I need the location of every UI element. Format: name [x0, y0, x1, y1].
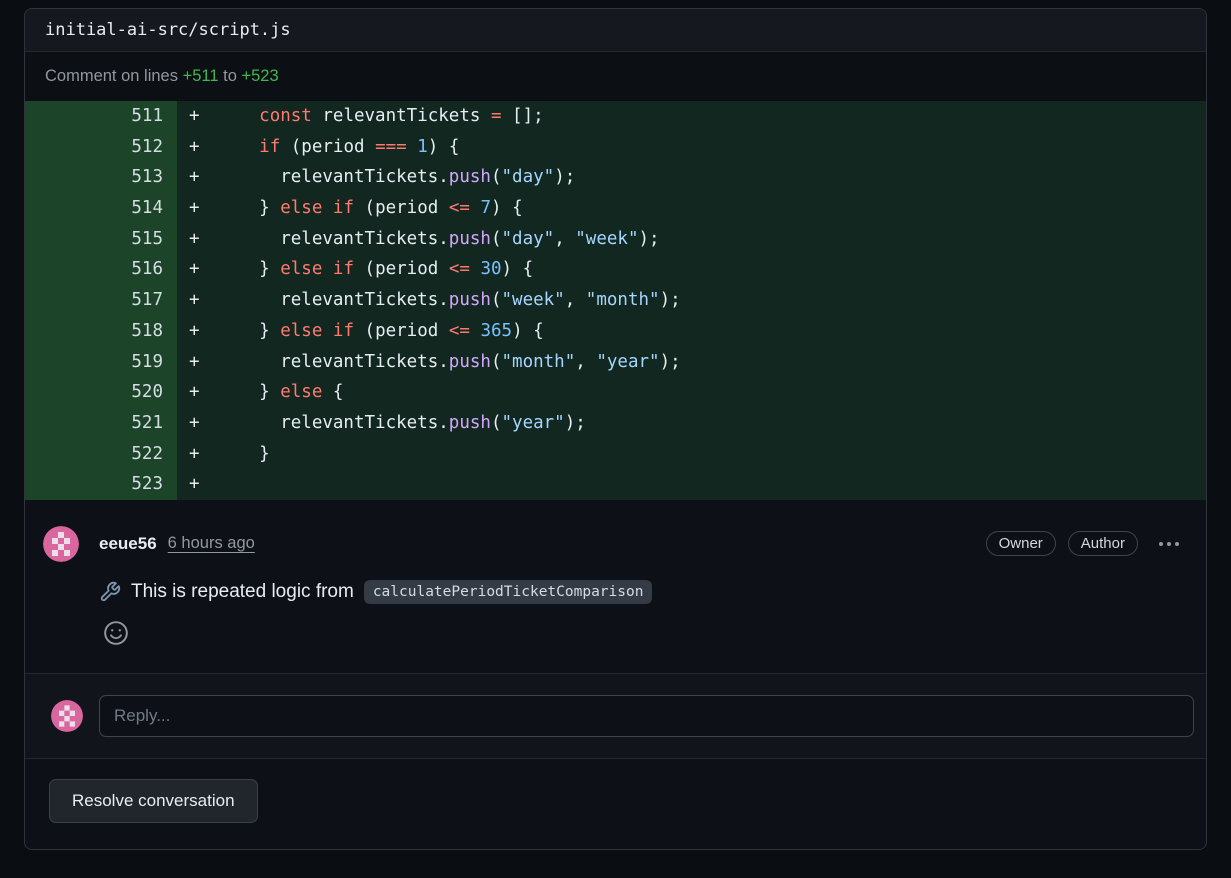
diff-add-sign: +: [189, 320, 200, 341]
code-line: 522 + }: [25, 438, 1206, 470]
code-content: }: [217, 443, 270, 464]
diff-add-sign: +: [189, 351, 200, 372]
line-number[interactable]: 513: [25, 162, 177, 194]
code-content: relevantTickets.push("day", "week");: [217, 228, 660, 249]
kebab-menu-icon[interactable]: [1152, 536, 1186, 552]
line-number[interactable]: 515: [25, 223, 177, 255]
code-content: } else if (period <= 365) {: [217, 320, 544, 341]
lines-header-connector: to: [223, 67, 237, 85]
comment-lines-header: Comment on lines +511 to +523: [25, 52, 1206, 101]
code-line: 523 +: [25, 469, 1206, 500]
code-content: } else {: [217, 382, 344, 403]
review-thread-card: initial-ai-src/script.js Comment on line…: [24, 8, 1207, 850]
code-line: 516 + } else if (period <= 30) {: [25, 254, 1206, 286]
diff-add-sign: +: [189, 228, 200, 249]
owner-badge: Owner: [985, 531, 1056, 557]
lines-header-prefix: Comment on lines: [45, 67, 178, 85]
author-badge: Author: [1067, 531, 1138, 557]
code-line: 513 + relevantTickets.push("day");: [25, 162, 1206, 194]
code-line: 519 + relevantTickets.push("month", "year…: [25, 346, 1206, 378]
resolve-conversation-button[interactable]: Resolve conversation: [49, 778, 258, 823]
reaction-row: [103, 620, 1186, 651]
inline-code: calculatePeriodTicketComparison: [363, 579, 653, 604]
comment-header: eeue56 6 hours ago Owner Author: [43, 525, 1186, 562]
diff-add-sign: +: [189, 198, 200, 219]
code-content: relevantTickets.push("day");: [217, 167, 576, 188]
comment-timestamp[interactable]: 6 hours ago: [168, 534, 255, 553]
code-line: 520 + } else {: [25, 377, 1206, 408]
code-content: } else if (period <= 30) {: [217, 259, 534, 280]
code-line: 514 + } else if (period <= 7) {: [25, 193, 1206, 224]
code-line: 518 + } else if (period <= 365) {: [25, 315, 1206, 347]
line-number[interactable]: 516: [25, 254, 177, 286]
line-number[interactable]: 523: [25, 469, 177, 500]
wrench-icon: [99, 581, 121, 603]
diff-add-sign: +: [189, 259, 200, 280]
line-number[interactable]: 522: [25, 438, 177, 470]
file-path[interactable]: initial-ai-src/script.js: [45, 20, 291, 40]
code-content: relevantTickets.push("year");: [217, 412, 586, 433]
line-number[interactable]: 511: [25, 101, 177, 132]
code-line: 517 + relevantTickets.push("week", "month…: [25, 285, 1206, 316]
reply-input[interactable]: [99, 694, 1194, 737]
code-content: const relevantTickets = [];: [259, 106, 544, 126]
file-header: initial-ai-src/script.js: [25, 9, 1206, 52]
comment-text: This is repeated logic from: [131, 580, 354, 602]
diff-add-sign: +: [189, 106, 200, 126]
code-line: 511 + const relevantTickets = [];: [25, 101, 1206, 132]
code-line: 515 + relevantTickets.push("day", "week")…: [25, 223, 1206, 255]
diff-add-sign: +: [189, 474, 200, 495]
code-content: } else if (period <= 7) {: [217, 198, 523, 219]
diff-add-sign: +: [189, 443, 200, 464]
range-start: +511: [182, 67, 219, 85]
code-content: if (period === 1) {: [259, 136, 460, 157]
diff-add-sign: +: [189, 136, 200, 157]
code-content: relevantTickets.push("month", "year");: [217, 351, 681, 372]
reply-row: [25, 672, 1206, 758]
line-number[interactable]: 520: [25, 377, 177, 408]
line-number[interactable]: 514: [25, 193, 177, 224]
code-content: relevantTickets.push("week", "month");: [217, 290, 681, 311]
code-diff: 511 + const relevantTickets = []; 512 + if …: [25, 101, 1206, 500]
diff-add-sign: +: [189, 167, 200, 188]
resolve-row: Resolve conversation: [25, 757, 1206, 849]
code-line: 521 + relevantTickets.push("year");: [25, 407, 1206, 439]
comment-author[interactable]: eeue56: [99, 534, 157, 554]
diff-add-sign: +: [189, 382, 200, 403]
line-number[interactable]: 518: [25, 315, 177, 347]
reply-avatar: [51, 699, 83, 732]
line-number[interactable]: 519: [25, 346, 177, 378]
range-end: +523: [241, 67, 279, 85]
line-number[interactable]: 517: [25, 285, 177, 316]
diff-add-sign: +: [189, 412, 200, 433]
line-number[interactable]: 521: [25, 407, 177, 439]
avatar[interactable]: [43, 525, 79, 562]
line-number[interactable]: 512: [25, 131, 177, 163]
diff-add-sign: +: [189, 290, 200, 311]
code-line: 512 + if (period === 1) {: [25, 131, 1206, 163]
add-reaction-button[interactable]: [103, 620, 129, 646]
comment-body: This is repeated logic from calculatePer…: [99, 579, 1186, 604]
review-comment: eeue56 6 hours ago Owner Author This is …: [25, 500, 1206, 673]
